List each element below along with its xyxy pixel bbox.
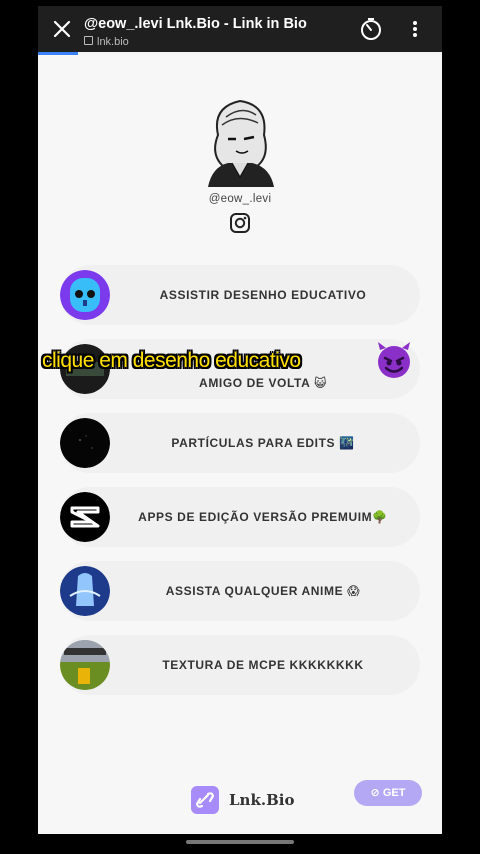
link-button-particulas[interactable]: PARTÍCULAS PARA EDITS 🌃 — [60, 413, 420, 473]
devil-emoji-icon — [378, 342, 410, 378]
lnkbio-logo[interactable] — [191, 786, 219, 814]
link-button-textura-mcpe[interactable]: TEXTURA DE MCPE KKKKKKKK — [60, 635, 420, 695]
page-title: @eow_.levi Lnk.Bio - Link in Bio — [84, 16, 307, 32]
link-label: ASSISTIR DESENHO EDUCATIVO — [159, 288, 367, 302]
bio-page: @eow_.levi ASSISTIR DESENHO EDUCATIVO AM… — [38, 55, 442, 834]
link-button-apps-de-edicao[interactable]: APPS DE EDIÇÃO VERSÃO PREMUIM🌳 — [60, 487, 420, 547]
particles-thumbnail — [60, 418, 110, 468]
overlay-caption: clique em desenho educativo — [42, 349, 301, 372]
page-url: lnk.bio — [84, 36, 129, 48]
gesture-navigation-bar[interactable] — [186, 840, 294, 844]
link-icon — [195, 792, 215, 808]
url-text: lnk.bio — [97, 36, 129, 48]
profile-handle: @eow_.levi — [208, 193, 272, 205]
timer-icon[interactable] — [359, 17, 383, 41]
blue-robot-thumbnail — [60, 270, 110, 320]
link-button-assista-anime[interactable]: ASSISTA QUALQUER ANIME 😱 — [60, 561, 420, 621]
instagram-icon[interactable] — [229, 212, 251, 234]
link-button-desenho-educativo[interactable]: ASSISTIR DESENHO EDUCATIVO — [60, 265, 420, 325]
lock-icon — [84, 36, 93, 45]
brand-name[interactable]: Lnk.Bio — [229, 791, 294, 809]
link-label: APPS DE EDIÇÃO VERSÃO PREMUIM🌳 — [138, 510, 388, 524]
more-options-icon[interactable] — [412, 20, 418, 38]
link-label: ASSISTA QUALQUER ANIME 😱 — [165, 584, 361, 598]
phone-screen: @eow_.levi Lnk.Bio - Link in Bio lnk.bio… — [38, 6, 442, 834]
link-label: TEXTURA DE MCPE KKKKKKKK — [162, 658, 364, 672]
anime-character-thumbnail — [60, 566, 110, 616]
get-label: GET — [382, 787, 406, 799]
close-icon[interactable] — [52, 19, 72, 39]
link-label: PARTÍCULAS PARA EDITS 🌃 — [171, 436, 355, 450]
capcut-logo-thumbnail — [60, 492, 110, 542]
browser-toolbar: @eow_.levi Lnk.Bio - Link in Bio lnk.bio — [38, 6, 442, 52]
minecraft-thumbnail — [60, 640, 110, 690]
get-button[interactable]: ⊘ GET — [354, 780, 422, 806]
avatar[interactable] — [198, 95, 282, 187]
